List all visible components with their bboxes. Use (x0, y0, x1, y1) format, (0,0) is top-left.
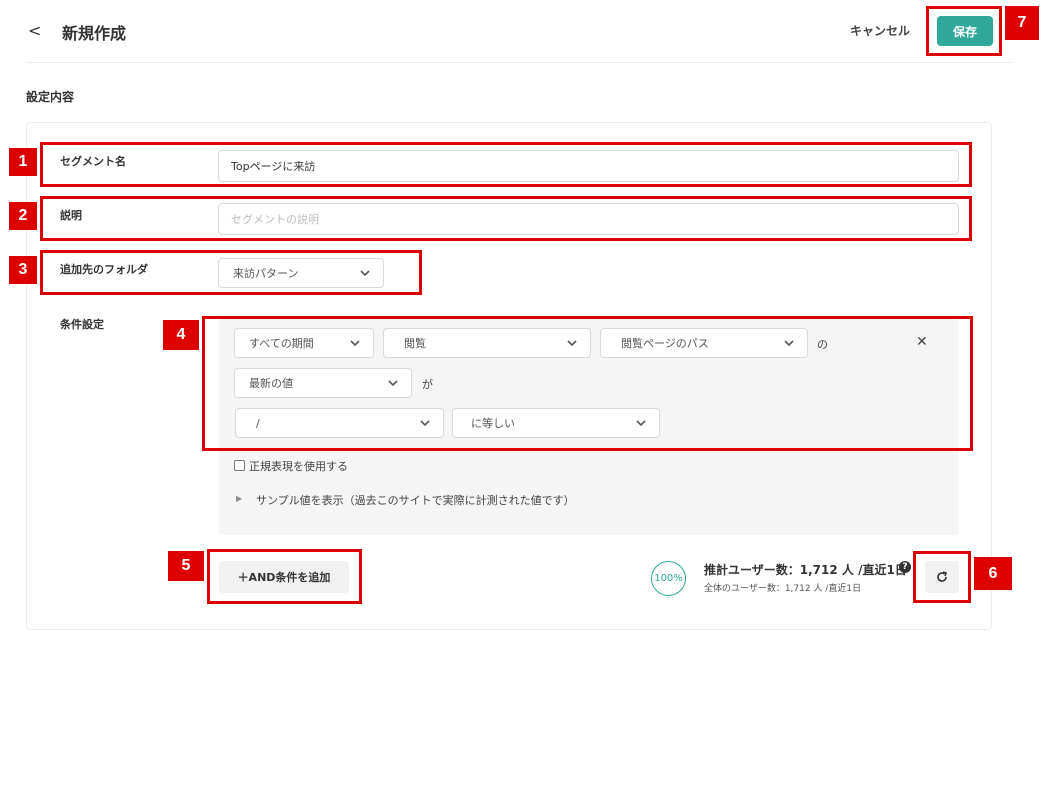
conditions-label: 条件設定 (60, 318, 104, 331)
estimated-users: 推計ユーザー数：1,712 人 /直近1日 (704, 563, 907, 577)
annotation-badge-1: 1 (9, 148, 37, 176)
cancel-button[interactable]: キャンセル (850, 22, 910, 39)
annotation-badge-6: 6 (974, 557, 1012, 590)
match-percent-badge: 100% (651, 561, 686, 596)
total-users: 全体のユーザー数：1,712 人 /直近1日 (704, 584, 862, 594)
help-icon[interactable]: ? (899, 561, 911, 573)
annotation-frame-4 (202, 316, 973, 451)
regex-checkbox[interactable] (234, 460, 245, 471)
sample-values-toggle[interactable]: サンプル値を表示（過去このサイトで実際に計測された値です） (256, 492, 575, 508)
annotation-badge-4: 4 (163, 320, 199, 350)
regex-label: 正規表現を使用する (249, 460, 348, 473)
header-divider (26, 62, 1012, 63)
back-icon[interactable]: < (28, 21, 41, 41)
page-title: 新規作成 (62, 24, 127, 43)
annotation-badge-7: 7 (1005, 6, 1039, 40)
annotation-badge-5: 5 (168, 551, 204, 581)
annotation-frame-6 (913, 551, 971, 603)
expand-triangle-icon[interactable]: ▶ (236, 494, 242, 503)
annotation-frame-5 (207, 549, 362, 604)
annotation-badge-2: 2 (9, 202, 37, 230)
annotation-frame-2 (40, 196, 972, 241)
annotation-frame-1 (40, 142, 972, 187)
annotation-frame-7 (926, 6, 1002, 56)
annotation-frame-3 (40, 250, 422, 295)
section-title: 設定内容 (26, 90, 75, 104)
annotation-badge-3: 3 (9, 256, 37, 284)
